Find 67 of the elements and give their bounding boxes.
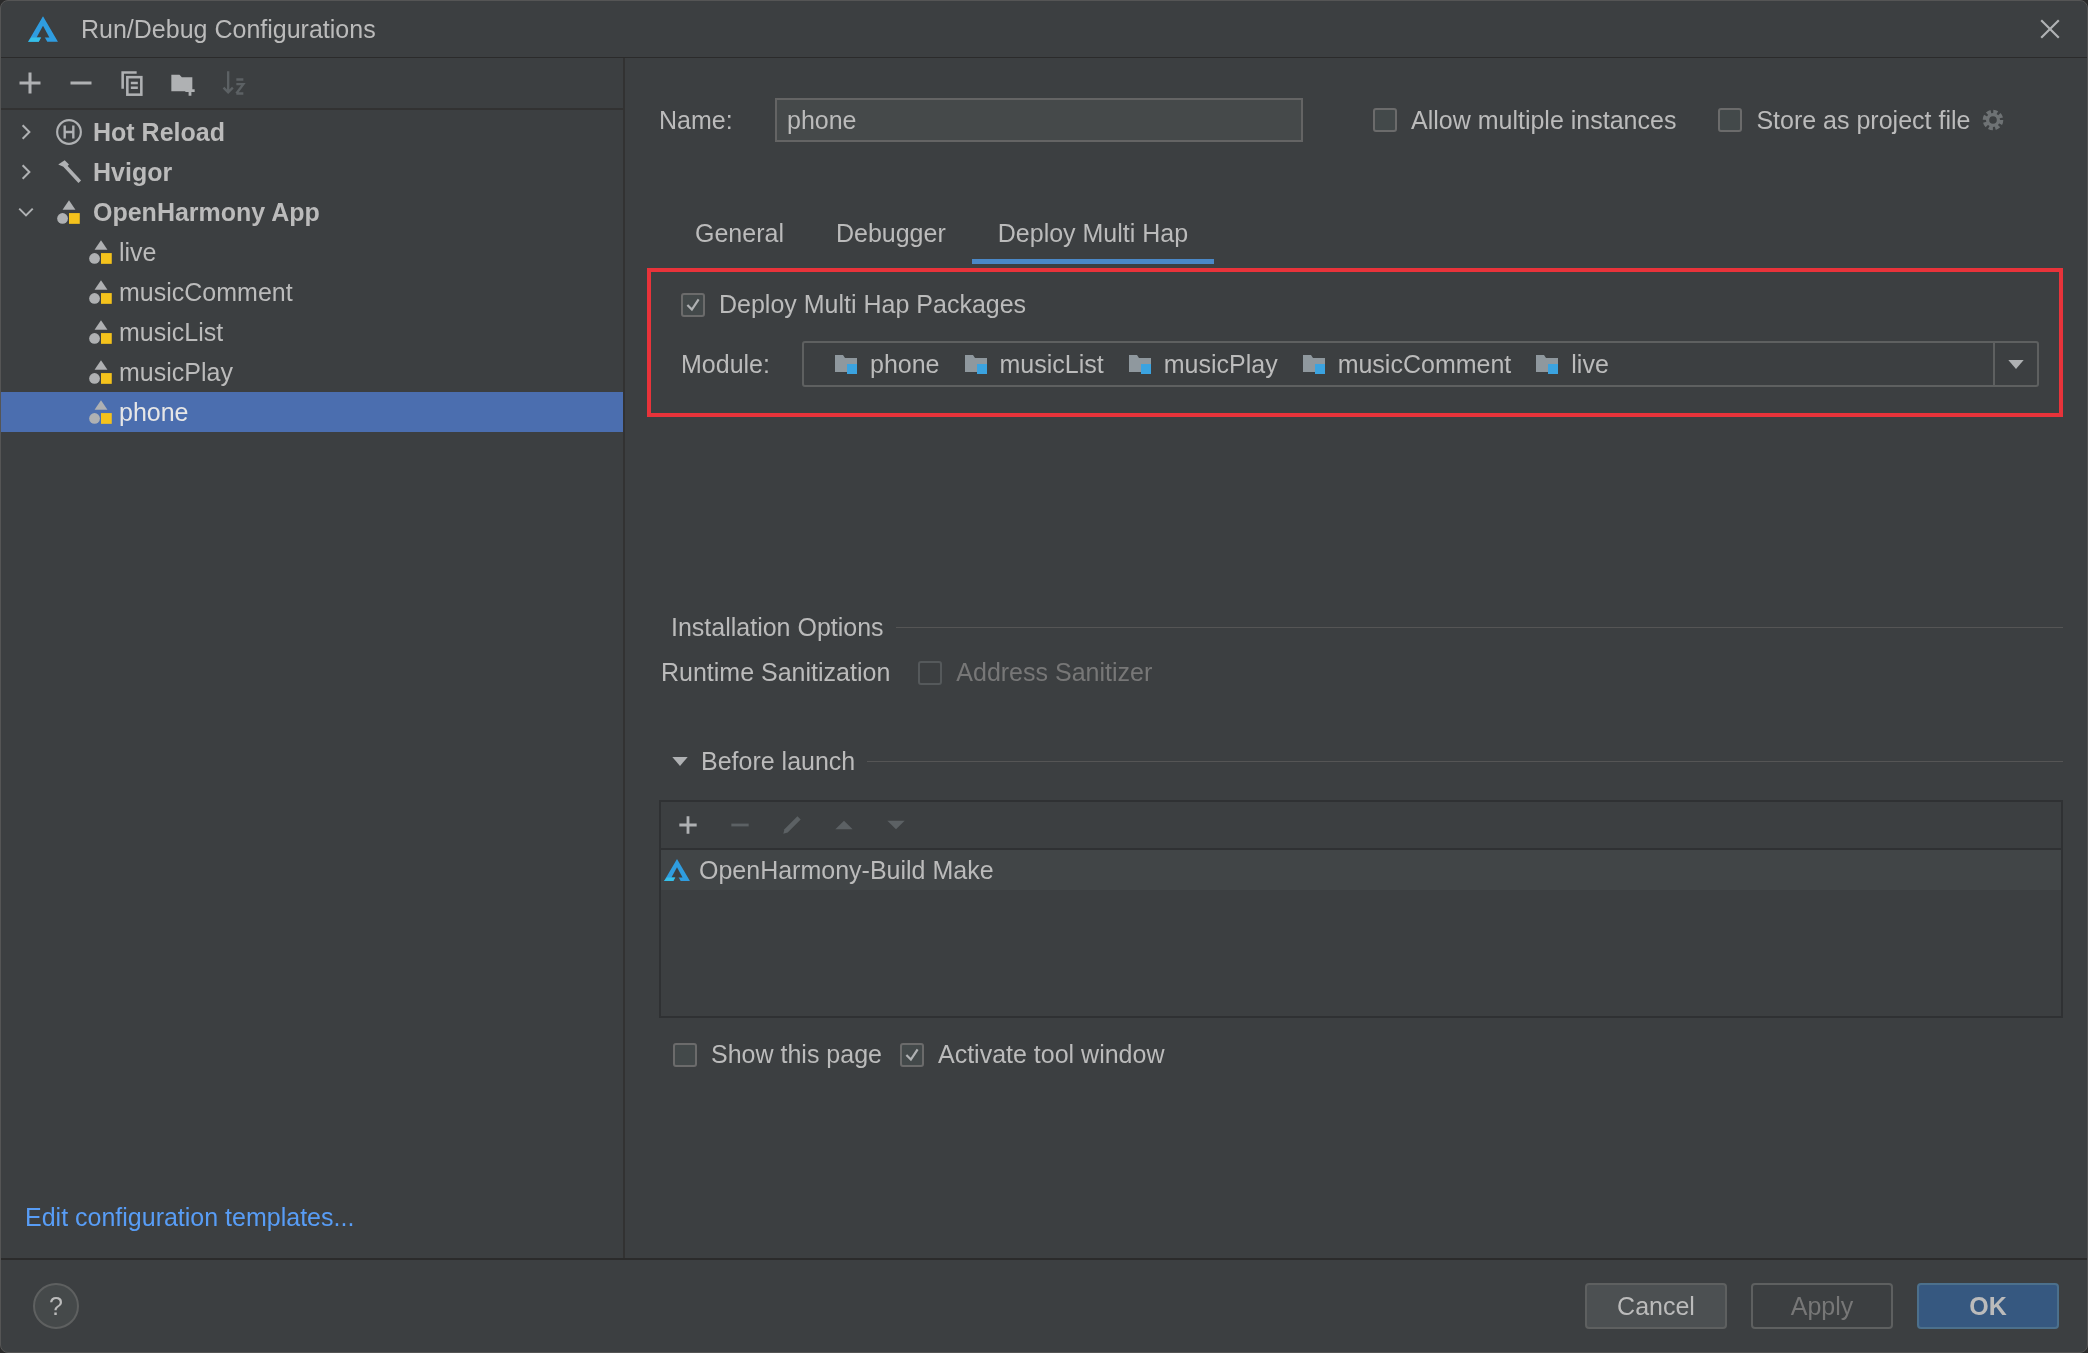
checkbox[interactable] bbox=[681, 292, 705, 317]
tab[interactable]: General bbox=[669, 208, 810, 264]
folder-icon bbox=[1127, 353, 1154, 375]
tree-label: phone bbox=[119, 397, 189, 427]
logo-icon bbox=[663, 858, 691, 882]
tree-item[interactable]: musicComment bbox=[1, 272, 623, 312]
tree-label: musicList bbox=[119, 317, 224, 347]
tree-label: Hot Reload bbox=[93, 117, 225, 147]
module-icon bbox=[87, 398, 115, 426]
dialog-button[interactable]: OK bbox=[1917, 1283, 2059, 1329]
checkbox-label: Activate tool window bbox=[937, 1040, 1165, 1069]
section-title: Installation Options bbox=[671, 613, 884, 642]
module-name: phone bbox=[870, 349, 940, 379]
checkbox[interactable] bbox=[899, 1042, 924, 1067]
tree-item[interactable]: live bbox=[1, 232, 623, 272]
close-icon[interactable] bbox=[2039, 18, 2061, 40]
folder-icon bbox=[834, 353, 860, 375]
module-name: live bbox=[1571, 349, 1609, 379]
tree-item[interactable]: OpenHarmony App bbox=[1, 192, 623, 232]
edit-templates-link[interactable]: Edit configuration templates... bbox=[1, 1203, 355, 1258]
hot-reload-icon bbox=[55, 118, 83, 146]
checkbox-label: Show this page bbox=[711, 1040, 882, 1069]
tab[interactable]: Debugger bbox=[809, 208, 972, 264]
name-label: Name: bbox=[659, 105, 734, 135]
module-icon bbox=[87, 238, 115, 266]
module-label: Module: bbox=[681, 349, 771, 379]
module-icon bbox=[87, 318, 115, 346]
tree-label: OpenHarmony App bbox=[93, 197, 320, 227]
checkbox[interactable] bbox=[1373, 108, 1397, 132]
tree-item[interactable]: phone bbox=[1, 392, 623, 432]
folder-icon bbox=[1301, 353, 1328, 375]
module-dropdown[interactable]: phone musicList musicPlay musicComment live bbox=[802, 341, 2039, 387]
dialog-button[interactable]: Cancel bbox=[1585, 1283, 1727, 1329]
tree-label: Hvigor bbox=[93, 157, 173, 187]
tab[interactable]: Deploy Multi Hap bbox=[971, 208, 1215, 264]
tree-item[interactable]: musicPlay bbox=[1, 352, 623, 392]
tree-label: musicPlay bbox=[119, 357, 233, 387]
tree-label: musicComment bbox=[119, 277, 293, 307]
logo-icon bbox=[27, 15, 59, 43]
name-field[interactable]: phone bbox=[775, 98, 1303, 142]
checkbox-label: Address Sanitizer bbox=[956, 658, 1153, 687]
window-title: Run/Debug Configurations bbox=[81, 14, 377, 44]
task-label: OpenHarmony-Build Make bbox=[699, 855, 994, 885]
tree-label: live bbox=[119, 237, 157, 267]
dropdown-arrow-icon[interactable] bbox=[2007, 358, 2025, 370]
checkbox[interactable] bbox=[673, 1042, 697, 1067]
help-button[interactable]: ? bbox=[33, 1283, 79, 1329]
collapse-arrow-icon[interactable] bbox=[671, 756, 689, 767]
checkbox-label: Allow multiple instances bbox=[1411, 105, 1677, 135]
module-name: musicComment bbox=[1337, 349, 1512, 379]
module-icon bbox=[55, 198, 83, 226]
module-name: musicPlay bbox=[1163, 349, 1278, 379]
tree-item[interactable]: musicList bbox=[1, 312, 623, 352]
module-icon bbox=[87, 278, 115, 306]
section-title: Before launch bbox=[701, 747, 856, 776]
checkbox-label: Deploy Multi Hap Packages bbox=[719, 290, 1027, 319]
runtime-label: Runtime Sanitization bbox=[661, 658, 891, 687]
copy-icon[interactable] bbox=[118, 69, 146, 97]
module-name: musicList bbox=[999, 349, 1104, 379]
hammer-icon bbox=[55, 158, 83, 186]
folder-icon bbox=[963, 353, 990, 375]
checkbox[interactable] bbox=[1718, 108, 1743, 132]
tree-item[interactable]: Hvigor bbox=[1, 152, 623, 192]
module-icon bbox=[87, 358, 115, 386]
checkbox-label: Store as project file bbox=[1756, 105, 1971, 135]
task-row[interactable]: OpenHarmony-Build Make bbox=[661, 850, 2061, 890]
tree-item[interactable]: Hot Reload bbox=[1, 112, 623, 152]
